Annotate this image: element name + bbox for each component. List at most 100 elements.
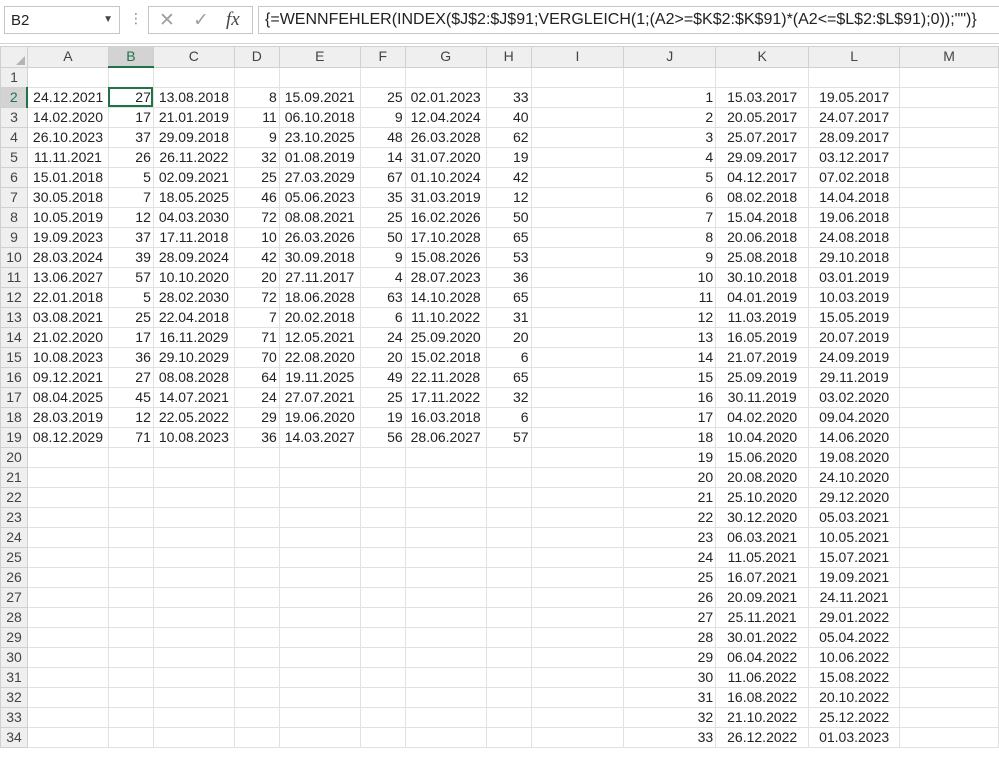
cell-i30[interactable] [530,646,625,668]
column-header-a[interactable]: A [26,46,109,68]
cell-f34[interactable] [359,726,406,748]
cell-h17[interactable]: 32 [485,386,532,408]
cell-c6[interactable]: 02.09.2021 [152,166,235,188]
row-header[interactable]: 25 [0,546,28,568]
cell-g2[interactable]: 02.01.2023 [404,86,487,108]
cell-m15[interactable] [899,346,999,368]
cell-e8[interactable]: 08.08.2021 [278,206,361,228]
cell-f8[interactable]: 25 [359,206,406,228]
cell-e32[interactable] [278,686,361,708]
cell-g31[interactable] [404,666,487,688]
cell-j34[interactable]: 33 [623,726,717,748]
cell-i9[interactable] [530,226,625,248]
column-header-i[interactable]: I [530,46,625,68]
cell-e20[interactable] [278,446,361,468]
row-header[interactable]: 15 [0,346,28,368]
cell-i17[interactable] [530,386,625,408]
cell-a10[interactable]: 28.03.2024 [26,246,109,268]
cell-h21[interactable] [485,466,532,488]
cell-d10[interactable]: 42 [233,246,280,268]
cell-l17[interactable]: 03.02.2020 [808,386,901,408]
cell-c29[interactable] [152,626,235,648]
cell-d33[interactable] [233,706,280,728]
cell-k30[interactable]: 06.04.2022 [715,646,810,668]
cell-f7[interactable]: 35 [359,186,406,208]
cell-j33[interactable]: 32 [623,706,717,728]
cell-e2[interactable]: 15.09.2021 [278,86,361,108]
cell-j15[interactable]: 14 [623,346,717,368]
cell-d29[interactable] [233,626,280,648]
cell-d15[interactable]: 70 [233,346,280,368]
row-header[interactable]: 1 [0,66,28,88]
cell-i3[interactable] [530,106,625,128]
cell-g20[interactable] [404,446,487,468]
cell-l10[interactable]: 29.10.2018 [808,246,901,268]
cell-l28[interactable]: 29.01.2022 [808,606,901,628]
cell-j18[interactable]: 17 [623,406,717,428]
cell-h25[interactable] [485,546,532,568]
cell-i23[interactable] [530,506,625,528]
cell-i32[interactable] [530,686,625,708]
cell-g19[interactable]: 28.06.2027 [404,426,487,448]
cell-a27[interactable] [26,586,109,608]
cell-h4[interactable]: 62 [485,126,532,148]
cell-f14[interactable]: 24 [359,326,406,348]
cell-m3[interactable] [899,106,999,128]
cell-m28[interactable] [899,606,999,628]
cell-c15[interactable]: 29.10.2029 [152,346,235,368]
cell-b7[interactable]: 7 [107,186,154,208]
row-header[interactable]: 16 [0,366,28,388]
cell-j2[interactable]: 1 [623,86,717,108]
cell-h23[interactable] [485,506,532,528]
cell-l20[interactable]: 19.08.2020 [808,446,901,468]
cell-b24[interactable] [107,526,154,548]
column-header-k[interactable]: K [715,46,810,68]
row-header[interactable]: 13 [0,306,28,328]
cell-a12[interactable]: 22.01.2018 [26,286,109,308]
cell-a8[interactable]: 10.05.2019 [26,206,109,228]
cell-i27[interactable] [530,586,625,608]
cell-h34[interactable] [485,726,532,748]
cell-m23[interactable] [899,506,999,528]
cell-k25[interactable]: 11.05.2021 [715,546,810,568]
cell-b26[interactable] [107,566,154,588]
cell-e33[interactable] [278,706,361,728]
cell-c21[interactable] [152,466,235,488]
cell-k5[interactable]: 29.09.2017 [715,146,810,168]
cell-e1[interactable] [278,66,361,88]
cell-a20[interactable] [26,446,109,468]
cell-j16[interactable]: 15 [623,366,717,388]
cell-e19[interactable]: 14.03.2027 [278,426,361,448]
cell-i22[interactable] [530,486,625,508]
cell-j9[interactable]: 8 [623,226,717,248]
cell-m33[interactable] [899,706,999,728]
cell-j20[interactable]: 19 [623,446,717,468]
cell-k29[interactable]: 30.01.2022 [715,626,810,648]
cell-a23[interactable] [26,506,109,528]
cell-f4[interactable]: 48 [359,126,406,148]
cell-j26[interactable]: 25 [623,566,717,588]
cell-c9[interactable]: 17.11.2018 [152,226,235,248]
cell-l12[interactable]: 10.03.2019 [808,286,901,308]
column-header-l[interactable]: L [808,46,901,68]
formula-input[interactable]: {=WENNFEHLER(INDEX($J$2:$J$91;VERGLEICH(… [258,6,999,34]
row-header[interactable]: 34 [0,726,28,748]
cell-f24[interactable] [359,526,406,548]
row-header[interactable]: 27 [0,586,28,608]
cell-j17[interactable]: 16 [623,386,717,408]
cell-l26[interactable]: 19.09.2021 [808,566,901,588]
cell-k16[interactable]: 25.09.2019 [715,366,810,388]
enter-check-icon[interactable]: ✓ [193,9,209,32]
row-header[interactable]: 19 [0,426,28,448]
row-header[interactable]: 24 [0,526,28,548]
cell-k17[interactable]: 30.11.2019 [715,386,810,408]
cell-m21[interactable] [899,466,999,488]
cell-j14[interactable]: 13 [623,326,717,348]
cell-d3[interactable]: 11 [233,106,280,128]
cell-e7[interactable]: 05.06.2023 [278,186,361,208]
cell-l1[interactable] [808,66,901,88]
cell-h22[interactable] [485,486,532,508]
cell-e16[interactable]: 19.11.2025 [278,366,361,388]
cell-d16[interactable]: 64 [233,366,280,388]
cell-e34[interactable] [278,726,361,748]
